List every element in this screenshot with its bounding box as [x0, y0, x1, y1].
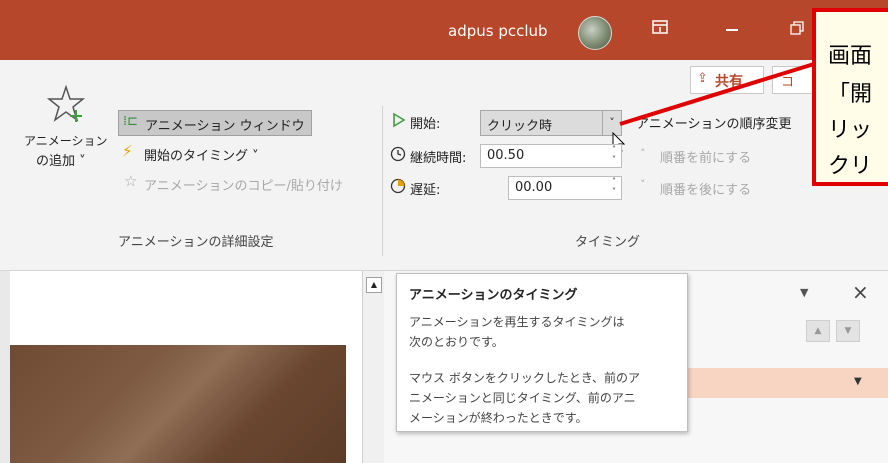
duration-spinner-icon[interactable]: ˄ ˅: [612, 145, 616, 165]
add-animation-label-2[interactable]: の追加 ˅: [36, 150, 86, 169]
delay-value: 00.00: [515, 180, 553, 195]
timing-group-label: タイミング: [575, 235, 641, 250]
move-later-button[interactable]: 順番を後にする: [660, 179, 751, 198]
callout-box: 画面 「開 リッ クリ: [812, 8, 888, 186]
tooltip-line-1: アニメーションを再生するタイミングは: [409, 315, 625, 329]
tooltip-line-2: 次のとおりです。: [409, 335, 504, 349]
callout-pointer-line: [619, 62, 815, 126]
avatar[interactable]: [578, 16, 612, 50]
tooltip-title: アニメーションのタイミング: [409, 288, 578, 303]
minimize-icon[interactable]: [726, 29, 738, 31]
tooltip-line-5: メーションが終わったときです。: [409, 411, 588, 425]
animation-painter-icon: ☆: [124, 172, 138, 190]
start-play-icon: [392, 112, 406, 132]
list-item-chevron-icon[interactable]: ▼: [854, 376, 862, 387]
animation-list-item[interactable]: ▼: [686, 368, 888, 398]
delay-label: 遅延:: [410, 183, 441, 198]
animation-pane-label: アニメーション ウィンドウ: [145, 119, 305, 134]
move-earlier-button[interactable]: 順番を前にする: [660, 147, 751, 166]
callout-line-3: リッ: [828, 118, 873, 143]
add-animation-label-1[interactable]: アニメーション: [24, 132, 108, 149]
ribbon-display-options-icon[interactable]: [652, 20, 668, 38]
group-separator: [382, 106, 383, 256]
user-name[interactable]: adpus pcclub: [448, 22, 548, 40]
duration-label: 継続時間:: [410, 151, 467, 166]
vertical-scrollbar[interactable]: ▲: [362, 271, 385, 463]
scroll-up-icon[interactable]: ▲: [366, 277, 382, 293]
duration-input[interactable]: 00.50 ˄ ˅: [480, 144, 622, 168]
restore-icon[interactable]: [790, 21, 804, 39]
callout-line-1: 画面: [828, 44, 873, 69]
title-bar: [0, 0, 888, 60]
start-label: 開始:: [410, 117, 441, 132]
add-animation-star-icon[interactable]: [46, 84, 86, 128]
animation-pane-button[interactable]: ⁞⊏ アニメーション ウィンドウ: [118, 110, 312, 136]
start-dropdown[interactable]: クリック時 ˅: [480, 110, 622, 136]
trigger-button[interactable]: 開始のタイミング ˅: [144, 145, 259, 164]
move-up-arrow-icon[interactable]: ▲: [806, 320, 830, 342]
move-earlier-icon: ˄: [640, 147, 646, 160]
advanced-animation-group-label: アニメーションの詳細設定: [118, 235, 274, 250]
trigger-lightning-icon: ⚡: [122, 142, 133, 160]
delay-clock-icon: [390, 178, 406, 198]
duration-value: 00.50: [487, 148, 525, 163]
animation-painter-button[interactable]: アニメーションのコピー/貼り付け: [144, 175, 343, 194]
start-value: クリック時: [487, 119, 553, 134]
tooltip-line-3: マウス ボタンをクリックしたとき、前のア: [409, 371, 640, 385]
delay-spinner-icon[interactable]: ˄ ˅: [612, 177, 616, 197]
slide-picture[interactable]: [10, 345, 346, 463]
callout-line-4: クリ: [828, 154, 873, 179]
callout-clip: 画面 「開 リッ クリ: [812, 8, 888, 188]
move-down-arrow-icon[interactable]: ▼: [836, 320, 860, 342]
callout-line-2: 「開: [828, 82, 873, 107]
animation-pane-icon: ⁞⊏: [123, 114, 139, 129]
pane-options-chevron-icon[interactable]: ▼: [800, 286, 808, 299]
close-icon[interactable]: ×: [852, 280, 869, 304]
delay-input[interactable]: 00.00 ˄ ˅: [508, 176, 622, 200]
move-later-icon: ˅: [640, 178, 646, 191]
tooltip: アニメーションのタイミング アニメーションを再生するタイミングは 次のとおりです…: [396, 273, 688, 432]
duration-clock-icon: [390, 146, 406, 166]
tooltip-line-4: ニメーションと同じタイミング、前のアニ: [409, 391, 636, 405]
